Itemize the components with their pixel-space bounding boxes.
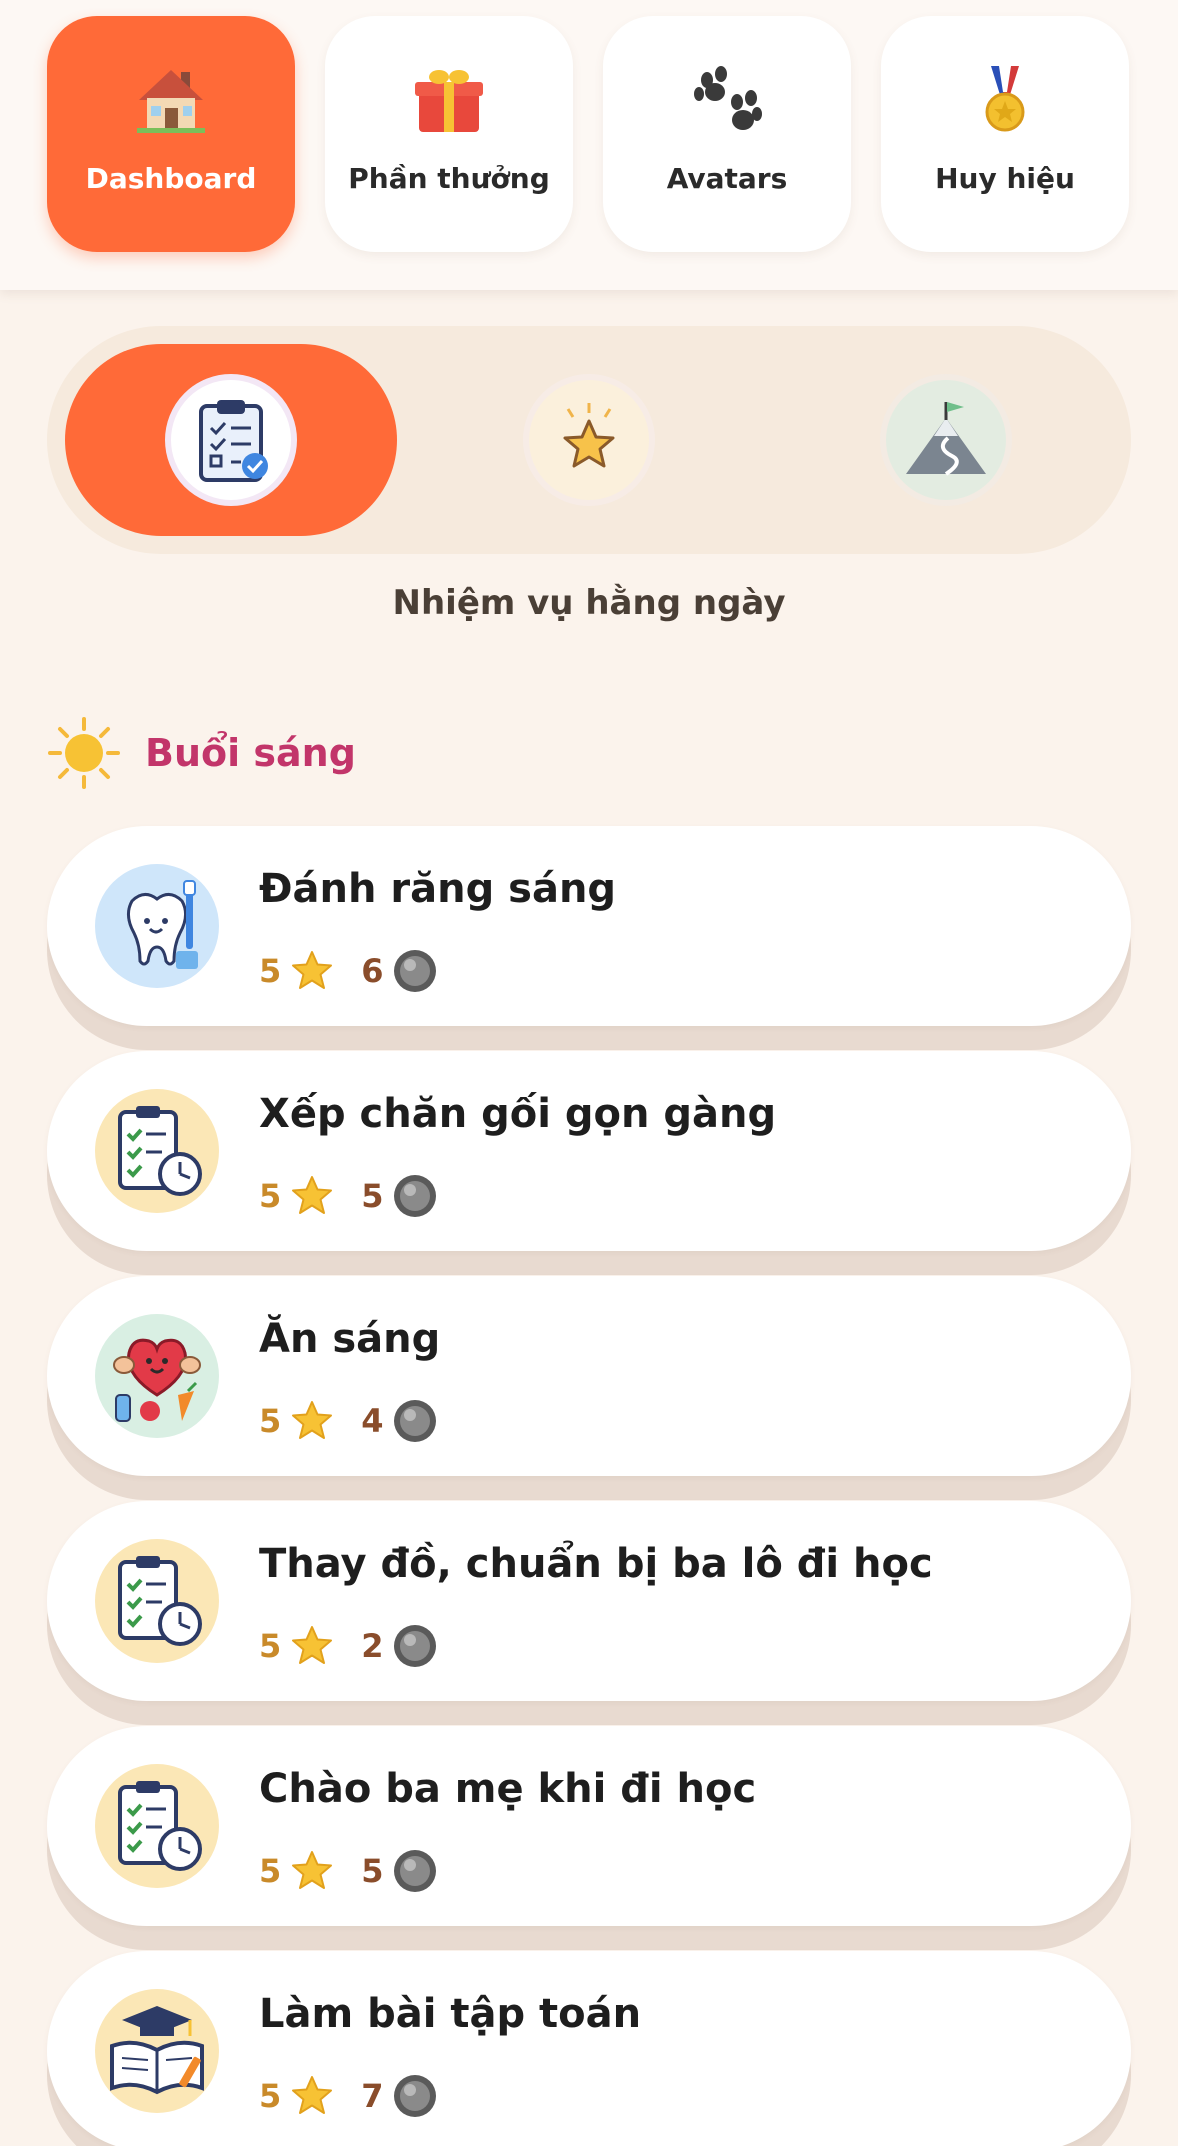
task-rewards: 5 6	[259, 946, 438, 996]
task-title: Ăn sáng	[259, 1316, 441, 1362]
task-title: Thay đồ, chuẩn bị ba lô đi học	[259, 1541, 933, 1587]
task-rewards: 5 4	[259, 1396, 438, 1446]
nav-tab-rewards[interactable]: Phần thưởng	[325, 16, 573, 252]
coin-icon	[392, 948, 438, 994]
task-rewards: 5 2	[259, 1621, 438, 1671]
star-count: 5	[259, 1177, 282, 1215]
task-item[interactable]: Chào ba mẹ khi đi học 5 5	[47, 1726, 1131, 1950]
star-icon	[289, 1173, 335, 1219]
nav-tab-label: Phần thưởng	[348, 162, 550, 195]
mountain-flag-icon	[906, 402, 986, 476]
heart-food-icon	[95, 1314, 219, 1438]
segment-daily-tasks[interactable]	[165, 374, 297, 506]
clipboard-clock-icon	[95, 1539, 219, 1663]
star-icon	[289, 948, 335, 994]
nav-tab-avatars[interactable]: Avatars	[603, 16, 851, 252]
nav-tab-label: Avatars	[666, 162, 788, 195]
medal-icon	[965, 60, 1045, 140]
coin-icon	[392, 1173, 438, 1219]
task-item[interactable]: Đánh răng sáng 5 6	[47, 826, 1131, 1050]
task-title: Xếp chăn gối gọn gàng	[259, 1091, 777, 1137]
star-count: 5	[259, 2077, 282, 2115]
daily-tasks-screen: Dashboard Phần thưởng Avatars Huy hiệu N…	[0, 0, 1178, 2146]
nav-tab-label: Huy hiệu	[935, 162, 1075, 195]
star-icon	[289, 1848, 335, 1894]
segment-goals[interactable]	[880, 374, 1012, 506]
task-item[interactable]: Thay đồ, chuẩn bị ba lô đi học 5 2	[47, 1501, 1131, 1725]
star-count: 5	[259, 952, 282, 990]
clipboard-clock-icon	[95, 1089, 219, 1213]
sun-icon	[48, 717, 120, 789]
segment-achievements[interactable]	[523, 374, 655, 506]
section-header-morning: Buổi sáng	[47, 716, 356, 790]
top-navigation: Dashboard Phần thưởng Avatars Huy hiệu	[0, 0, 1178, 290]
paw-icon	[687, 60, 767, 140]
house-icon	[131, 60, 211, 140]
nav-tab-badges[interactable]: Huy hiệu	[881, 16, 1129, 252]
coin-count: 4	[361, 1402, 384, 1440]
segment-title: Nhiệm vụ hằng ngày	[392, 583, 786, 623]
task-title: Làm bài tập toán	[259, 1991, 642, 2037]
task-title: Chào ba mẹ khi đi học	[259, 1766, 757, 1812]
tooth-brush-icon	[95, 864, 219, 988]
task-category-switcher	[47, 326, 1131, 554]
star-count: 5	[259, 1402, 282, 1440]
coin-count: 6	[361, 952, 384, 990]
coin-icon	[392, 2073, 438, 2119]
coin-icon	[392, 1848, 438, 1894]
task-rewards: 5 5	[259, 1171, 438, 1221]
clipboard-clock-icon	[95, 1764, 219, 1888]
star-icon	[289, 2073, 335, 2119]
coin-count: 7	[361, 2077, 384, 2115]
coin-count: 5	[361, 1177, 384, 1215]
book-graduation-icon	[95, 1989, 219, 2113]
coin-icon	[392, 1623, 438, 1669]
task-item[interactable]: Làm bài tập toán 5 7	[47, 1951, 1131, 2146]
nav-tab-label: Dashboard	[85, 162, 257, 195]
section-title: Buổi sáng	[145, 731, 356, 775]
task-item[interactable]: Ăn sáng 5 4	[47, 1276, 1131, 1500]
star-icon	[289, 1398, 335, 1444]
task-item[interactable]: Xếp chăn gối gọn gàng 5 5	[47, 1051, 1131, 1275]
star-count: 5	[259, 1852, 282, 1890]
task-rewards: 5 5	[259, 1846, 438, 1896]
task-rewards: 5 7	[259, 2071, 438, 2121]
task-title: Đánh răng sáng	[259, 866, 617, 912]
clipboard-checklist-icon	[199, 400, 268, 482]
coin-count: 2	[361, 1627, 384, 1665]
gift-icon	[409, 60, 489, 140]
star-icon	[563, 403, 615, 468]
nav-tab-dashboard[interactable]: Dashboard	[47, 16, 295, 252]
coin-count: 5	[361, 1852, 384, 1890]
coin-icon	[392, 1398, 438, 1444]
star-icon	[289, 1623, 335, 1669]
star-count: 5	[259, 1627, 282, 1665]
